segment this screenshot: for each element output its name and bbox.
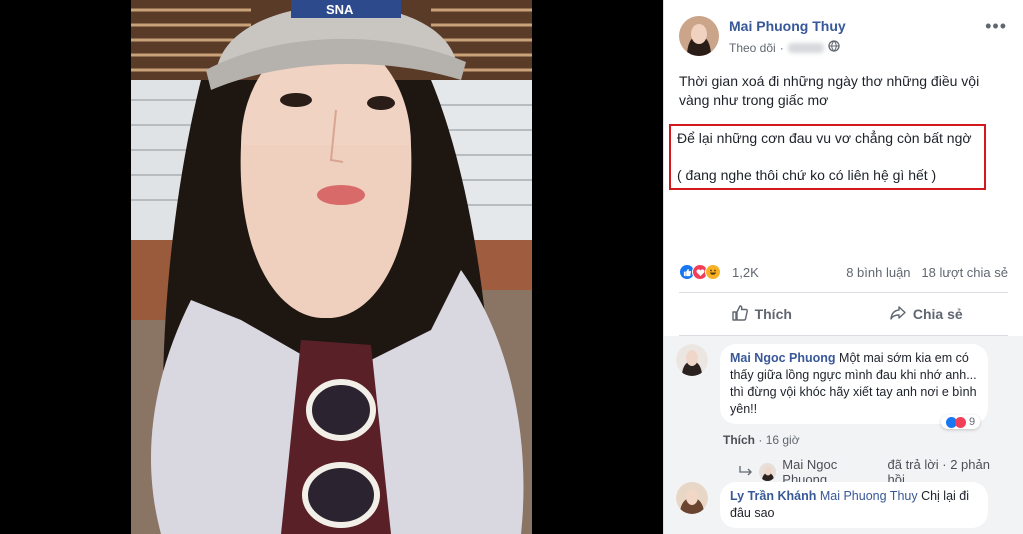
post-stats: 1,2K 8 bình luận 18 lượt chia sẻ [679,262,1008,282]
like-label: Thích [754,306,792,322]
comment-bubble: Ly Trần Khánh Mai Phuong Thuy Chị lại đi… [720,482,988,528]
reaction-icons[interactable] [679,264,721,280]
share-count[interactable]: 18 lượt chia sẻ [921,265,1008,280]
commenter-avatar[interactable] [676,482,708,514]
author-avatar[interactable] [679,16,719,56]
svg-text:SNA: SNA [326,2,354,17]
photo-viewer: SNA [0,0,663,534]
comment-reactions[interactable]: 9 [941,415,981,429]
reply-avatar [759,463,777,481]
more-horizontal-icon[interactable]: ••• [985,16,1007,37]
follow-link[interactable]: Theo dõi [729,41,776,55]
globe-icon [828,40,840,55]
post-header: Mai Phuong Thuy Theo dõi · ••• [679,16,1013,60]
share-label: Chia sẻ [912,306,963,322]
post-text-line3: ( đang nghe thôi chứ ko có liên hệ gì hế… [677,167,937,183]
share-arrow-icon [889,304,907,325]
haha-reaction-icon [705,264,721,280]
reaction-count[interactable]: 1,2K [732,265,759,280]
like-button[interactable]: Thích [679,293,844,335]
post-photo[interactable]: SNA [131,0,532,534]
comment-like-link[interactable]: Thích [723,433,755,447]
commenter-name[interactable]: Ly Trần Khánh [730,489,816,503]
post-meta: Theo dõi · [729,40,840,55]
comment-item: Ly Trần Khánh Mai Phuong Thuy Chị lại đi… [676,482,1006,532]
comment-bubble: Mai Ngoc Phuong Một mai sớm kia em có th… [720,344,988,424]
comment-item: Mai Ngoc Phuong Một mai sớm kia em có th… [676,344,1006,487]
post-panel: Mai Phuong Thuy Theo dõi · ••• Thời gian… [663,0,1023,534]
post-text-line2: Để lại những cơn đau vu vơ chẳng còn bất… [677,130,972,146]
commenter-name[interactable]: Mai Ngoc Phuong [730,351,836,365]
share-button[interactable]: Chia sẻ [844,293,1009,335]
comment-share-stats: 8 bình luận 18 lượt chia sẻ [846,265,1008,280]
commenter-avatar[interactable] [676,344,708,376]
comments-section: Mai Ngoc Phuong Một mai sớm kia em có th… [664,336,1023,534]
comment-count[interactable]: 8 bình luận [846,265,910,280]
timestamp-blurred [787,42,824,53]
love-reaction-icon [955,416,966,428]
photo-image: SNA [131,0,532,534]
action-bar: Thích Chia sẻ [679,292,1008,336]
author-name[interactable]: Mai Phuong Thuy [729,18,846,34]
comment-time[interactable]: 16 giờ [766,433,800,447]
post-text-line1: Thời gian xoá đi những ngày thơ những đi… [679,73,980,108]
comment-reaction-count: 9 [969,416,976,428]
reply-arrow-icon [739,465,753,480]
comment-mention[interactable]: Mai Phuong Thuy [820,489,918,503]
thumbs-up-icon [731,304,749,325]
comment-meta: Thích · 16 giờ [723,433,800,447]
